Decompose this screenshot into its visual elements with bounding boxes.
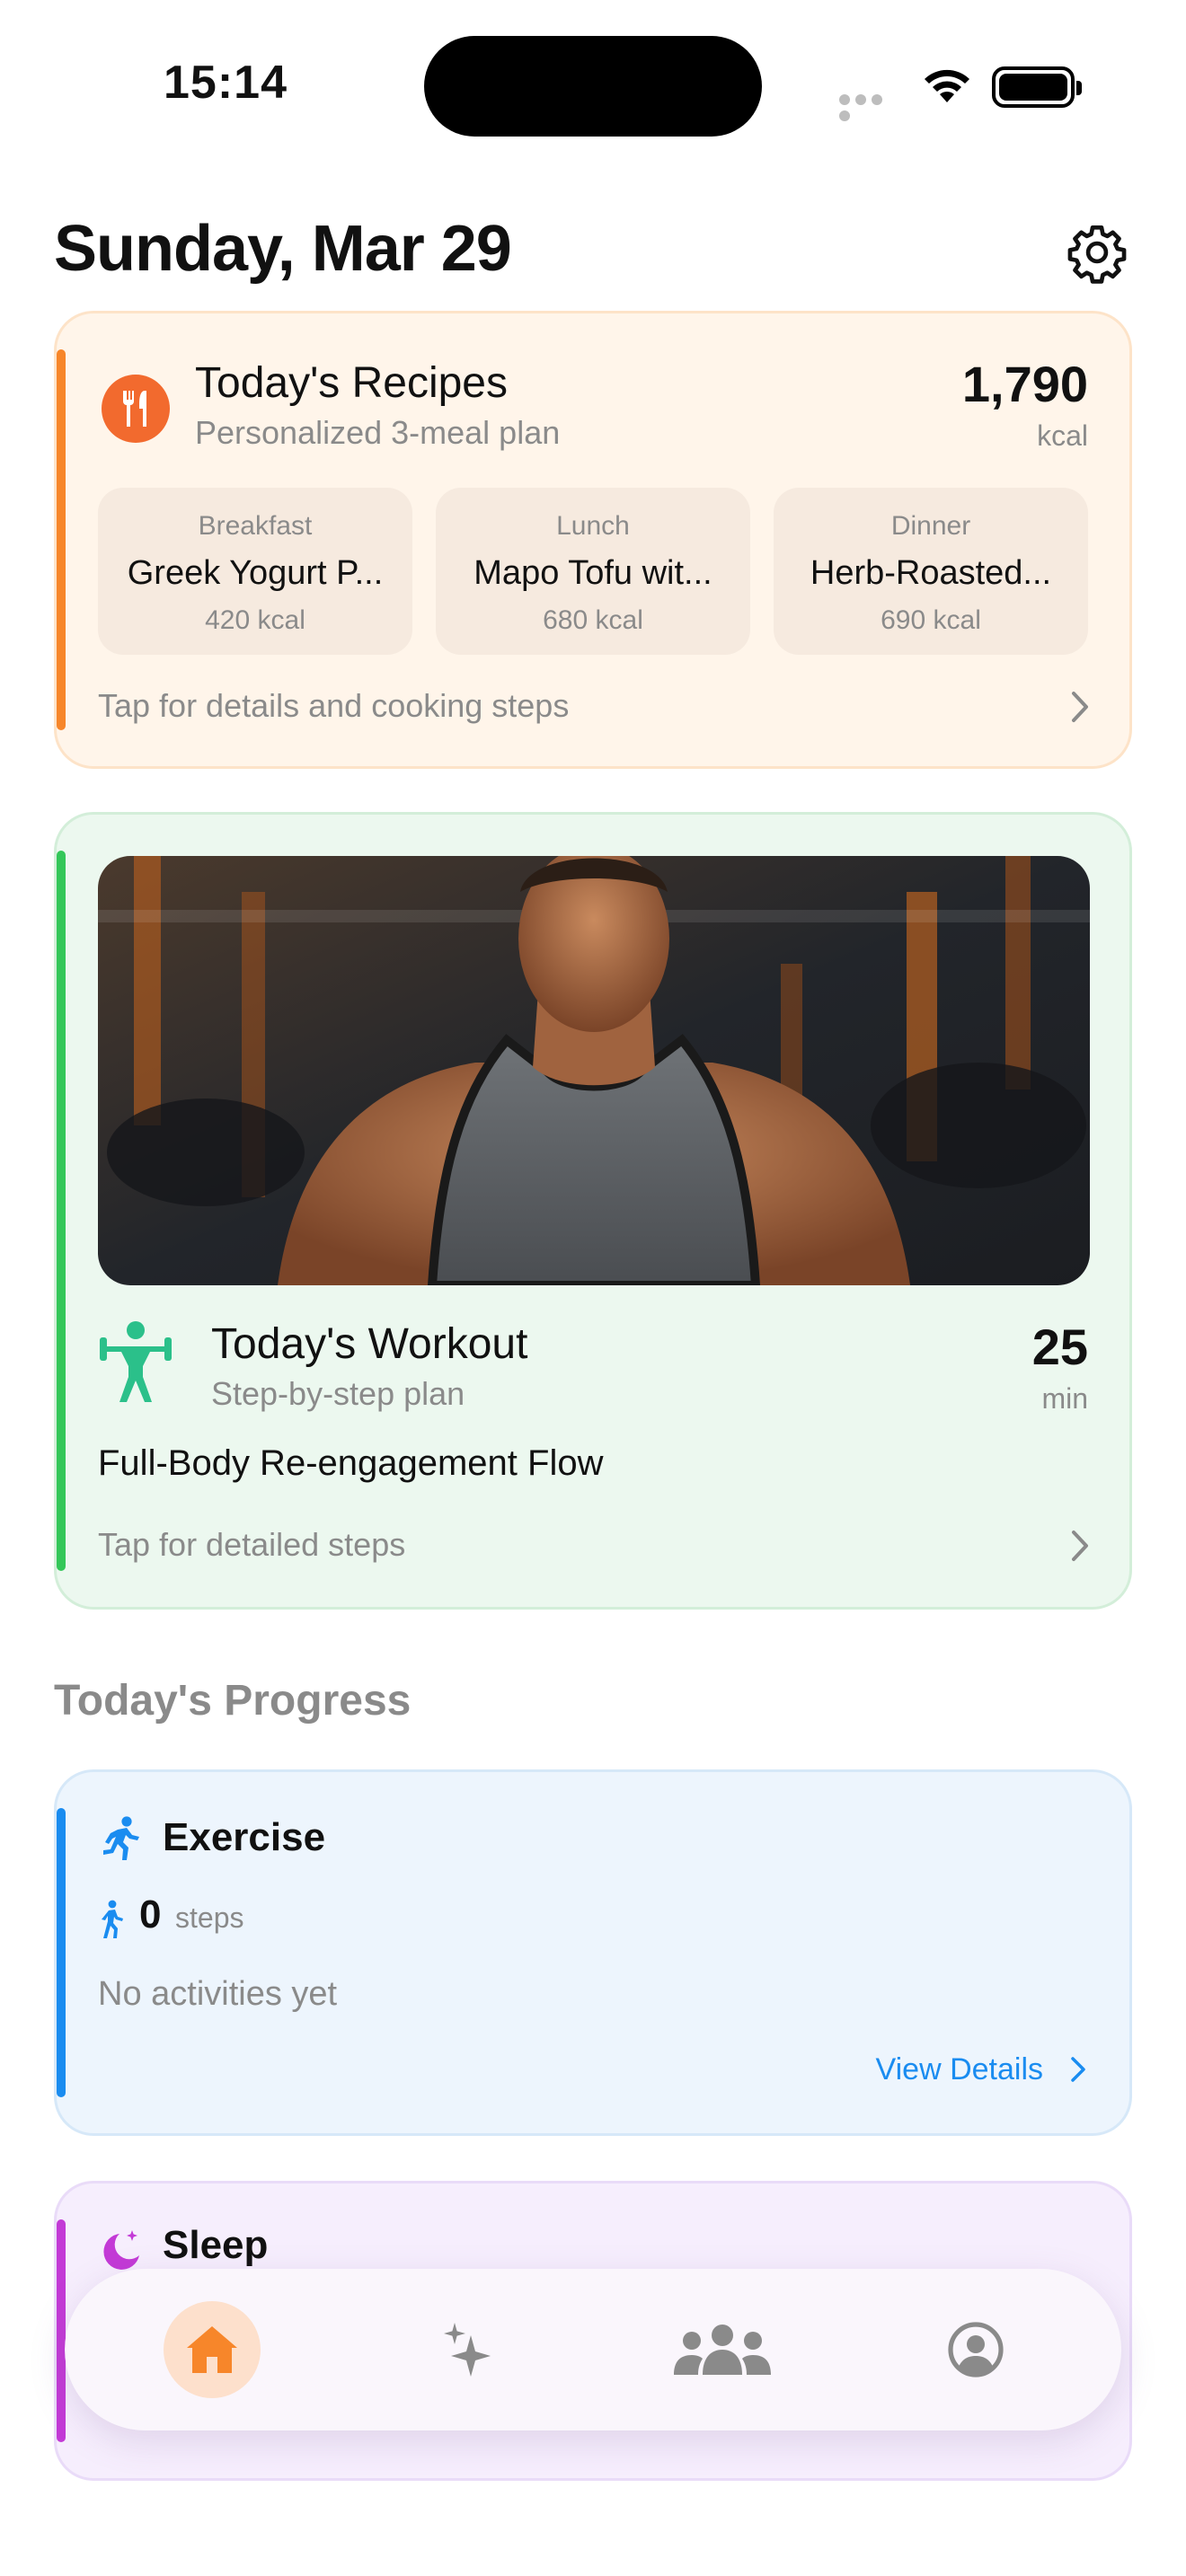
exercise-empty-text: No activities yet	[98, 1975, 338, 2013]
workout-duration: 25	[1031, 1319, 1088, 1375]
workout-accent-bar	[57, 851, 66, 1571]
meal-name: Mapo Tofu wit...	[474, 554, 712, 592]
meal-dinner[interactable]: Dinner Herb-Roasted... 690 kcal	[774, 488, 1088, 655]
workout-title: Today's Workout	[211, 1320, 528, 1368]
wifi-icon	[925, 69, 969, 102]
steps-value: 0	[139, 1892, 162, 1936]
workout-subtitle: Step-by-step plan	[211, 1375, 465, 1412]
chevron-right-icon	[1071, 2057, 1085, 2082]
exercise-accent-bar	[57, 1808, 66, 2097]
meal-breakfast[interactable]: Breakfast Greek Yogurt P... 420 kcal	[98, 488, 412, 655]
exercise-title: Exercise	[163, 1815, 326, 1859]
recipes-accent-bar	[57, 349, 66, 730]
meal-kcal: 420 kcal	[205, 605, 305, 635]
tab-community[interactable]	[668, 2301, 776, 2398]
meal-label: Breakfast	[198, 511, 313, 541]
running-icon	[103, 1816, 139, 1860]
workout-duration-unit: min	[1041, 1382, 1088, 1415]
exercise-card[interactable]: Exercise 0 steps No activities yet View …	[54, 1769, 1132, 2136]
chevron-right-icon	[1072, 692, 1088, 722]
battery-icon	[992, 66, 1082, 108]
recipes-hint: Tap for details and cooking steps	[98, 687, 570, 724]
meal-kcal: 690 kcal	[881, 605, 981, 635]
meal-lunch[interactable]: Lunch Mapo Tofu wit... 680 kcal	[436, 488, 750, 655]
workout-hint: Tap for detailed steps	[98, 1526, 406, 1563]
cellular-signal-icon	[839, 93, 902, 121]
status-time: 15:14	[164, 57, 288, 109]
meal-name: Greek Yogurt P...	[127, 554, 384, 592]
workout-name: Full-Body Re-engagement Flow	[98, 1443, 604, 1483]
sparkles-icon	[444, 2323, 491, 2377]
tab-profile[interactable]	[927, 2301, 1024, 2398]
settings-gear-icon[interactable]	[1066, 221, 1128, 284]
steps-unit: steps	[175, 1901, 244, 1934]
recipes-calories-unit: kcal	[1037, 419, 1088, 452]
dynamic-island	[424, 36, 762, 137]
meal-kcal: 680 kcal	[543, 605, 643, 635]
sleep-accent-bar	[57, 2219, 66, 2442]
recipes-title: Today's Recipes	[195, 359, 508, 407]
chevron-right-icon	[1072, 1531, 1088, 1561]
workout-photo	[98, 856, 1090, 1285]
moon-stars-icon	[103, 2230, 139, 2270]
meal-label: Lunch	[556, 511, 630, 541]
fork-knife-icon	[102, 375, 170, 443]
home-icon	[187, 2326, 237, 2373]
workout-card[interactable]: Today's Workout Step-by-step plan 25 min…	[54, 812, 1132, 1610]
sleep-title: Sleep	[163, 2223, 269, 2267]
recipes-card[interactable]: Today's Recipes Personalized 3-meal plan…	[54, 311, 1132, 769]
view-details-link[interactable]: View Details	[876, 2052, 1043, 2087]
recipes-calories: 1,790	[961, 356, 1088, 412]
recipes-subtitle: Personalized 3-meal plan	[195, 414, 561, 451]
community-icon	[674, 2325, 771, 2375]
tab-bar	[65, 2269, 1121, 2430]
walking-icon	[102, 1900, 123, 1938]
page-title: Sunday, Mar 29	[54, 213, 512, 285]
meal-name: Herb-Roasted...	[810, 554, 1052, 592]
tab-home[interactable]	[164, 2301, 261, 2398]
profile-icon	[948, 2322, 1004, 2378]
weightlifting-icon	[100, 1321, 172, 1402]
tab-ai[interactable]	[419, 2301, 516, 2398]
progress-section-title: Today's Progress	[54, 1677, 412, 1725]
meal-label: Dinner	[890, 511, 971, 541]
